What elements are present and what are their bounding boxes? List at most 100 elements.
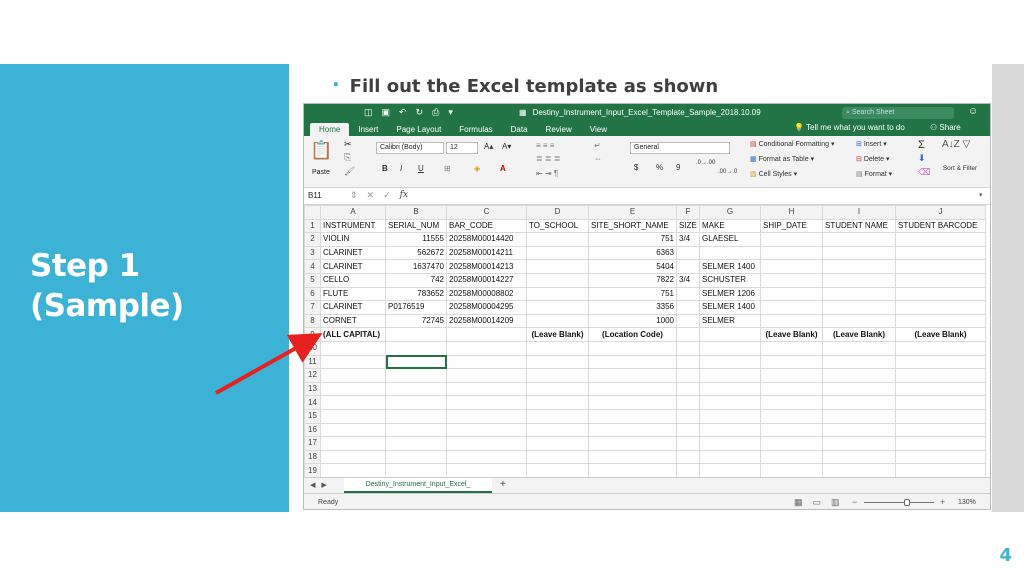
cell-g19[interactable] — [699, 463, 761, 478]
zoom-slider[interactable] — [864, 502, 934, 503]
zoom-out-icon[interactable]: − — [852, 497, 857, 507]
cell-d11[interactable] — [526, 354, 589, 370]
cell-a16[interactable] — [320, 422, 386, 438]
cell-f19[interactable] — [676, 463, 700, 478]
sheet-tab-active[interactable]: Destiny_Instrument_Input_Excel_ — [344, 478, 492, 493]
row-header[interactable]: 13 — [304, 381, 321, 397]
cell-j10[interactable] — [895, 340, 986, 356]
row-header[interactable]: 19 — [304, 463, 321, 478]
cell-j4[interactable] — [895, 259, 986, 274]
paste-icon[interactable]: 📋 — [310, 140, 332, 161]
cell-i10[interactable] — [822, 340, 896, 356]
cell-d15[interactable] — [526, 408, 589, 424]
cell-g15[interactable] — [699, 408, 761, 424]
cell-f2[interactable]: 3/4 — [676, 232, 700, 247]
cell-b6[interactable]: 783652 — [385, 286, 447, 302]
cell-j17[interactable] — [895, 436, 986, 451]
align-left-icon[interactable]: ≣ ≣ ≣ — [536, 154, 561, 163]
cell-b9[interactable] — [385, 327, 447, 342]
sort-filter-icon[interactable]: A↓Z ▽ — [942, 139, 970, 150]
cell-g5[interactable]: SCHUSTER — [699, 272, 761, 288]
cell-b10[interactable] — [385, 340, 447, 356]
row-header[interactable]: 6 — [304, 286, 321, 302]
sort-filter-button[interactable]: Sort & Filter — [942, 165, 978, 173]
tab-page-layout[interactable]: Page Layout — [387, 123, 450, 136]
cell-c14[interactable] — [446, 395, 527, 410]
row-header[interactable]: 11 — [304, 354, 321, 370]
cell-e17[interactable] — [588, 436, 677, 451]
cell-e7[interactable]: 3356 — [588, 300, 677, 315]
cell-f7[interactable] — [676, 300, 700, 315]
cell-i11[interactable] — [822, 354, 896, 370]
row-header[interactable]: 12 — [304, 368, 321, 383]
normal-view-icon[interactable]: ▦ — [794, 497, 803, 508]
row-header[interactable]: 18 — [304, 449, 321, 465]
share-button[interactable]: ⚇ Share — [930, 123, 961, 132]
cell-h9[interactable]: (Leave Blank) — [760, 327, 823, 342]
cell-f11[interactable] — [676, 354, 700, 370]
font-size-select[interactable]: 12 — [446, 142, 478, 154]
undo-icon[interactable]: ↶ — [399, 107, 407, 118]
fill-color-icon[interactable]: ◈ — [474, 164, 480, 173]
cell-b11[interactable] — [385, 354, 447, 370]
search-sheet-input[interactable]: ⌕ Search Sheet — [842, 107, 954, 119]
cell-a13[interactable] — [320, 381, 386, 397]
wrap-text-icon[interactable]: ↵ — [594, 141, 601, 150]
name-box[interactable]: B11 — [308, 191, 322, 200]
cell-c4[interactable]: 20258M00014213 — [446, 259, 527, 274]
format-painter-icon[interactable]: 🖌 — [344, 166, 355, 177]
cell-b5[interactable]: 742 — [385, 272, 447, 288]
cell-j1[interactable]: STUDENT BARCODE — [895, 218, 986, 234]
column-header-e[interactable]: E — [588, 205, 677, 220]
cell-a10[interactable] — [320, 340, 386, 356]
cell-b14[interactable] — [385, 395, 447, 410]
cell-i19[interactable] — [822, 463, 896, 478]
decrease-font-icon[interactable]: A▾ — [502, 142, 511, 151]
row-header[interactable]: 4 — [304, 259, 321, 274]
insert-function-button[interactable]: fx — [400, 190, 408, 201]
cell-i13[interactable] — [822, 381, 896, 397]
add-sheet-icon[interactable]: + — [500, 479, 506, 490]
cell-h15[interactable] — [760, 408, 823, 424]
column-header-g[interactable]: G — [699, 205, 761, 220]
cell-e10[interactable] — [588, 340, 677, 356]
cell-a14[interactable] — [320, 395, 386, 410]
cell-b18[interactable] — [385, 449, 447, 465]
cell-g8[interactable]: SELMER — [699, 313, 761, 329]
cell-h3[interactable] — [760, 245, 823, 261]
underline-button[interactable]: U — [418, 164, 424, 173]
cancel-icon[interactable]: ✕ — [367, 190, 375, 201]
cell-f18[interactable] — [676, 449, 700, 465]
cell-c19[interactable] — [446, 463, 527, 478]
cell-g12[interactable] — [699, 368, 761, 383]
cell-f1[interactable]: SIZE — [676, 218, 700, 234]
cell-d4[interactable] — [526, 259, 589, 274]
row-header[interactable]: 1 — [304, 218, 321, 234]
cell-g6[interactable]: SELMER 1206 — [699, 286, 761, 302]
cell-d10[interactable] — [526, 340, 589, 356]
cell-a3[interactable]: CLARINET — [320, 245, 386, 261]
cell-e12[interactable] — [588, 368, 677, 383]
cell-j11[interactable] — [895, 354, 986, 370]
cell-g4[interactable]: SELMER 1400 — [699, 259, 761, 274]
cell-h1[interactable]: SHIP_DATE — [760, 218, 823, 234]
cell-e18[interactable] — [588, 449, 677, 465]
row-header[interactable]: 10 — [304, 340, 321, 356]
tab-data[interactable]: Data — [502, 123, 537, 136]
cell-h17[interactable] — [760, 436, 823, 451]
cell-c10[interactable] — [446, 340, 527, 356]
cell-b17[interactable] — [385, 436, 447, 451]
cell-c5[interactable]: 20258M00014227 — [446, 272, 527, 288]
cell-c16[interactable] — [446, 422, 527, 438]
cell-a6[interactable]: FLUTE — [320, 286, 386, 302]
column-header-j[interactable]: J — [895, 205, 986, 220]
cell-g2[interactable]: GLAESEL — [699, 232, 761, 247]
tab-view[interactable]: View — [581, 123, 616, 136]
cell-a5[interactable]: CELLO — [320, 272, 386, 288]
customize-icon[interactable]: ▾ — [448, 107, 453, 118]
cell-b2[interactable]: 11555 — [385, 232, 447, 247]
row-header[interactable]: 17 — [304, 436, 321, 451]
cell-a15[interactable] — [320, 408, 386, 424]
cell-f14[interactable] — [676, 395, 700, 410]
page-break-view-icon[interactable]: ▥ — [831, 497, 840, 508]
